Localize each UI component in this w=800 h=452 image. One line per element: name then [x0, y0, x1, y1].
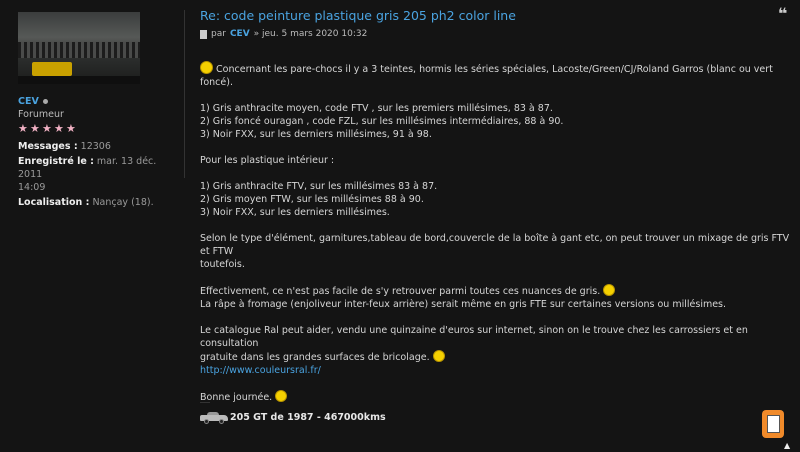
avatar-bumper: [18, 76, 140, 84]
intro-text: Concernant les pare-chocs il y a 3 teint…: [200, 64, 773, 88]
location-value: Nançay (18).: [92, 197, 154, 208]
signature: 205 GT de 1987 - 467000kms: [200, 412, 386, 424]
post-date: » jeu. 5 mars 2020 10:32: [253, 29, 368, 39]
exterior-list: 1) Gris anthracite moyen, code FTV , sur…: [200, 102, 790, 141]
post-meta: par CEV » jeu. 5 mars 2020 10:32: [200, 29, 790, 39]
location-label: Localisation :: [18, 197, 90, 208]
wink-smiley-icon: [432, 350, 445, 362]
post-by-label: par: [211, 29, 226, 39]
effectively-line: Effectivement, ce n'est pas facile de s'…: [200, 284, 790, 298]
clipboard-icon: [766, 415, 780, 433]
list-item: 2) Gris foncé ouragan , code FZL, sur le…: [200, 116, 564, 127]
registered-stat: Enregistré le : mar. 13 déc. 2011 14:09: [18, 155, 178, 194]
car-icon: [200, 412, 228, 424]
username-row: CEV: [18, 96, 178, 107]
clipboard-button[interactable]: [762, 410, 784, 438]
smile-smiley-icon: [275, 390, 288, 402]
ral-line-2: gratuite dans les grandes surfaces de br…: [200, 350, 790, 364]
mix-text-line: toutefois.: [200, 259, 245, 270]
mix-text-line: Selon le type d'élément, garnitures,tabl…: [200, 233, 790, 257]
registered-time: 14:09: [18, 182, 46, 193]
ral-link[interactable]: http://www.couleursral.fr/: [200, 364, 790, 377]
rank-star-icon: ★: [42, 122, 52, 135]
smile-smiley-icon: [603, 284, 616, 296]
rank-star-icon: ★: [18, 122, 28, 135]
list-item: 1) Gris anthracite moyen, code FTV , sur…: [200, 103, 553, 114]
grater-line: La râpe à fromage (enjoliveur inter-feux…: [200, 299, 727, 310]
closing-text: Bonne journée.: [200, 392, 273, 403]
list-item: 3) Noir FXX, sur les derniers millésimes…: [200, 129, 432, 140]
list-item: 3) Noir FXX, sur les derniers millésimes…: [200, 207, 390, 218]
interior-list: 1) Gris anthracite FTV, sur les millésim…: [200, 180, 790, 219]
messages-label: Messages :: [18, 141, 78, 152]
author-profile: CEV Forumeur ★ ★ ★ ★ ★ Messages : 12306 …: [18, 12, 178, 209]
quote-icon[interactable]: ❝: [778, 6, 792, 22]
avatar[interactable]: [18, 12, 140, 84]
rank-star-icon: ★: [66, 122, 76, 135]
ral-text: gratuite dans les grandes surfaces de br…: [200, 352, 430, 363]
rank-star-icon: ★: [54, 122, 64, 135]
post-author-link[interactable]: CEV: [230, 29, 250, 39]
intro-paragraph: Concernant les pare-chocs il y a 3 teint…: [200, 61, 790, 89]
closing-paragraph: Bonne journée.: [200, 390, 790, 404]
list-item: 1) Gris anthracite FTV, sur les millésim…: [200, 181, 438, 192]
scroll-top-icon[interactable]: ▲: [784, 442, 792, 450]
list-item: 2) Gris moyen FTW, sur les millésimes 88…: [200, 194, 424, 205]
user-rank: Forumeur: [18, 109, 64, 120]
post-content: Concernant les pare-chocs il y a 3 teint…: [200, 61, 790, 404]
avatar-grille: [18, 42, 140, 58]
idea-smiley-icon: [200, 61, 213, 74]
car-wheel: [219, 419, 224, 424]
signature-text: 205 GT de 1987 - 467000kms: [230, 412, 386, 423]
username-link[interactable]: CEV: [18, 96, 39, 107]
profile-divider: [184, 10, 185, 178]
messages-stat: Messages : 12306: [18, 140, 178, 153]
rank-star-icon: ★: [30, 122, 40, 135]
rank-stars: ★ ★ ★ ★ ★: [18, 123, 178, 134]
car-wheel: [204, 419, 209, 424]
registered-label: Enregistré le :: [18, 156, 94, 167]
avatar-headlamp: [32, 62, 72, 76]
effectively-text: Effectivement, ce n'est pas facile de s'…: [200, 286, 601, 297]
post-link-icon[interactable]: [200, 29, 207, 39]
online-status-icon: [42, 99, 48, 104]
effectively-paragraph: Effectivement, ce n'est pas facile de s'…: [200, 284, 790, 311]
signature-separator: [200, 402, 210, 403]
post-title[interactable]: Re: code peinture plastique gris 205 ph2…: [200, 8, 790, 23]
mix-paragraph: Selon le type d'élément, garnitures,tabl…: [200, 232, 790, 271]
post: Re: code peinture plastique gris 205 ph2…: [200, 8, 790, 417]
interior-heading: Pour les plastique intérieur :: [200, 155, 335, 166]
messages-count[interactable]: 12306: [81, 141, 111, 152]
ral-line: Le catalogue Ral peut aider, vendu une q…: [200, 325, 748, 349]
ral-paragraph: Le catalogue Ral peut aider, vendu une q…: [200, 324, 790, 377]
location-stat: Localisation : Nançay (18).: [18, 196, 178, 209]
